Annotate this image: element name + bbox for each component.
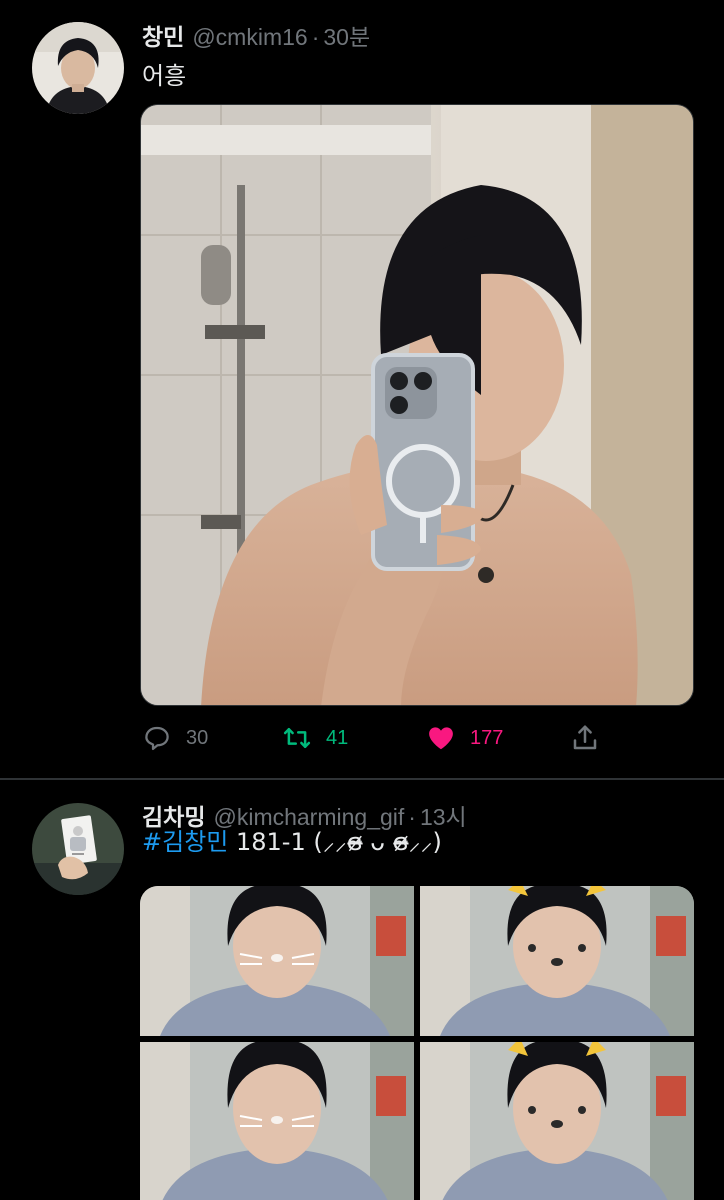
cat-filter-photo-2 bbox=[420, 886, 694, 1036]
tweet-text: #김창민 181-1 (⸝⸝ɞ̴̶̷ ᴗ ɞ̴̶̷⸝⸝) bbox=[142, 822, 442, 858]
timestamp[interactable]: 30분 bbox=[323, 18, 370, 52]
reply-count: 30 bbox=[186, 726, 209, 749]
grid-photo-2[interactable] bbox=[420, 886, 694, 1036]
mirror-selfie-photo bbox=[141, 105, 693, 705]
reply-button[interactable]: 30 bbox=[140, 718, 208, 758]
heart-icon bbox=[424, 721, 458, 755]
tweet-media[interactable] bbox=[140, 104, 694, 706]
tweet[interactable]: 김차밍 @kimcharming_gif · 13시 #김창민 181-1 (⸝… bbox=[0, 780, 724, 1200]
retweet-button[interactable]: 41 bbox=[280, 718, 348, 758]
tweet-text-rest: 181-1 (⸝⸝ɞ̴̶̷ ᴗ ɞ̴̶̷⸝⸝) bbox=[228, 828, 442, 856]
share-icon bbox=[568, 721, 602, 755]
retweet-icon bbox=[280, 721, 314, 755]
grid-photo-1[interactable] bbox=[140, 886, 414, 1036]
like-count: 177 bbox=[470, 726, 504, 749]
avatar[interactable] bbox=[32, 803, 124, 895]
hashtag-link[interactable]: #김창민 bbox=[142, 828, 228, 856]
reply-icon bbox=[140, 721, 174, 755]
tweet-media-grid bbox=[140, 886, 694, 1200]
retweet-count: 41 bbox=[326, 726, 349, 749]
tweet-action-bar: 30 41 177 bbox=[140, 718, 600, 758]
display-name[interactable]: 창민 bbox=[142, 18, 184, 52]
grid-photo-4[interactable] bbox=[420, 1042, 694, 1200]
user-handle[interactable]: @cmkim16 bbox=[192, 24, 307, 51]
tweet-text: 어흥 bbox=[142, 62, 187, 90]
cat-filter-photo-4 bbox=[420, 1042, 694, 1200]
tweet-header: 창민 @cmkim16 · 30분 bbox=[142, 18, 370, 52]
photocard-photo bbox=[32, 803, 124, 895]
cat-filter-photo-1 bbox=[140, 886, 414, 1036]
tweet[interactable]: 창민 @cmkim16 · 30분 어흥 30 41 177 bbox=[0, 0, 724, 778]
like-button[interactable]: 177 bbox=[424, 718, 503, 758]
profile-photo bbox=[32, 22, 124, 114]
avatar[interactable] bbox=[32, 22, 124, 114]
share-button[interactable] bbox=[568, 718, 602, 758]
separator-dot: · bbox=[311, 24, 320, 50]
grid-photo-3[interactable] bbox=[140, 1042, 414, 1200]
cat-filter-photo-3 bbox=[140, 1042, 414, 1200]
